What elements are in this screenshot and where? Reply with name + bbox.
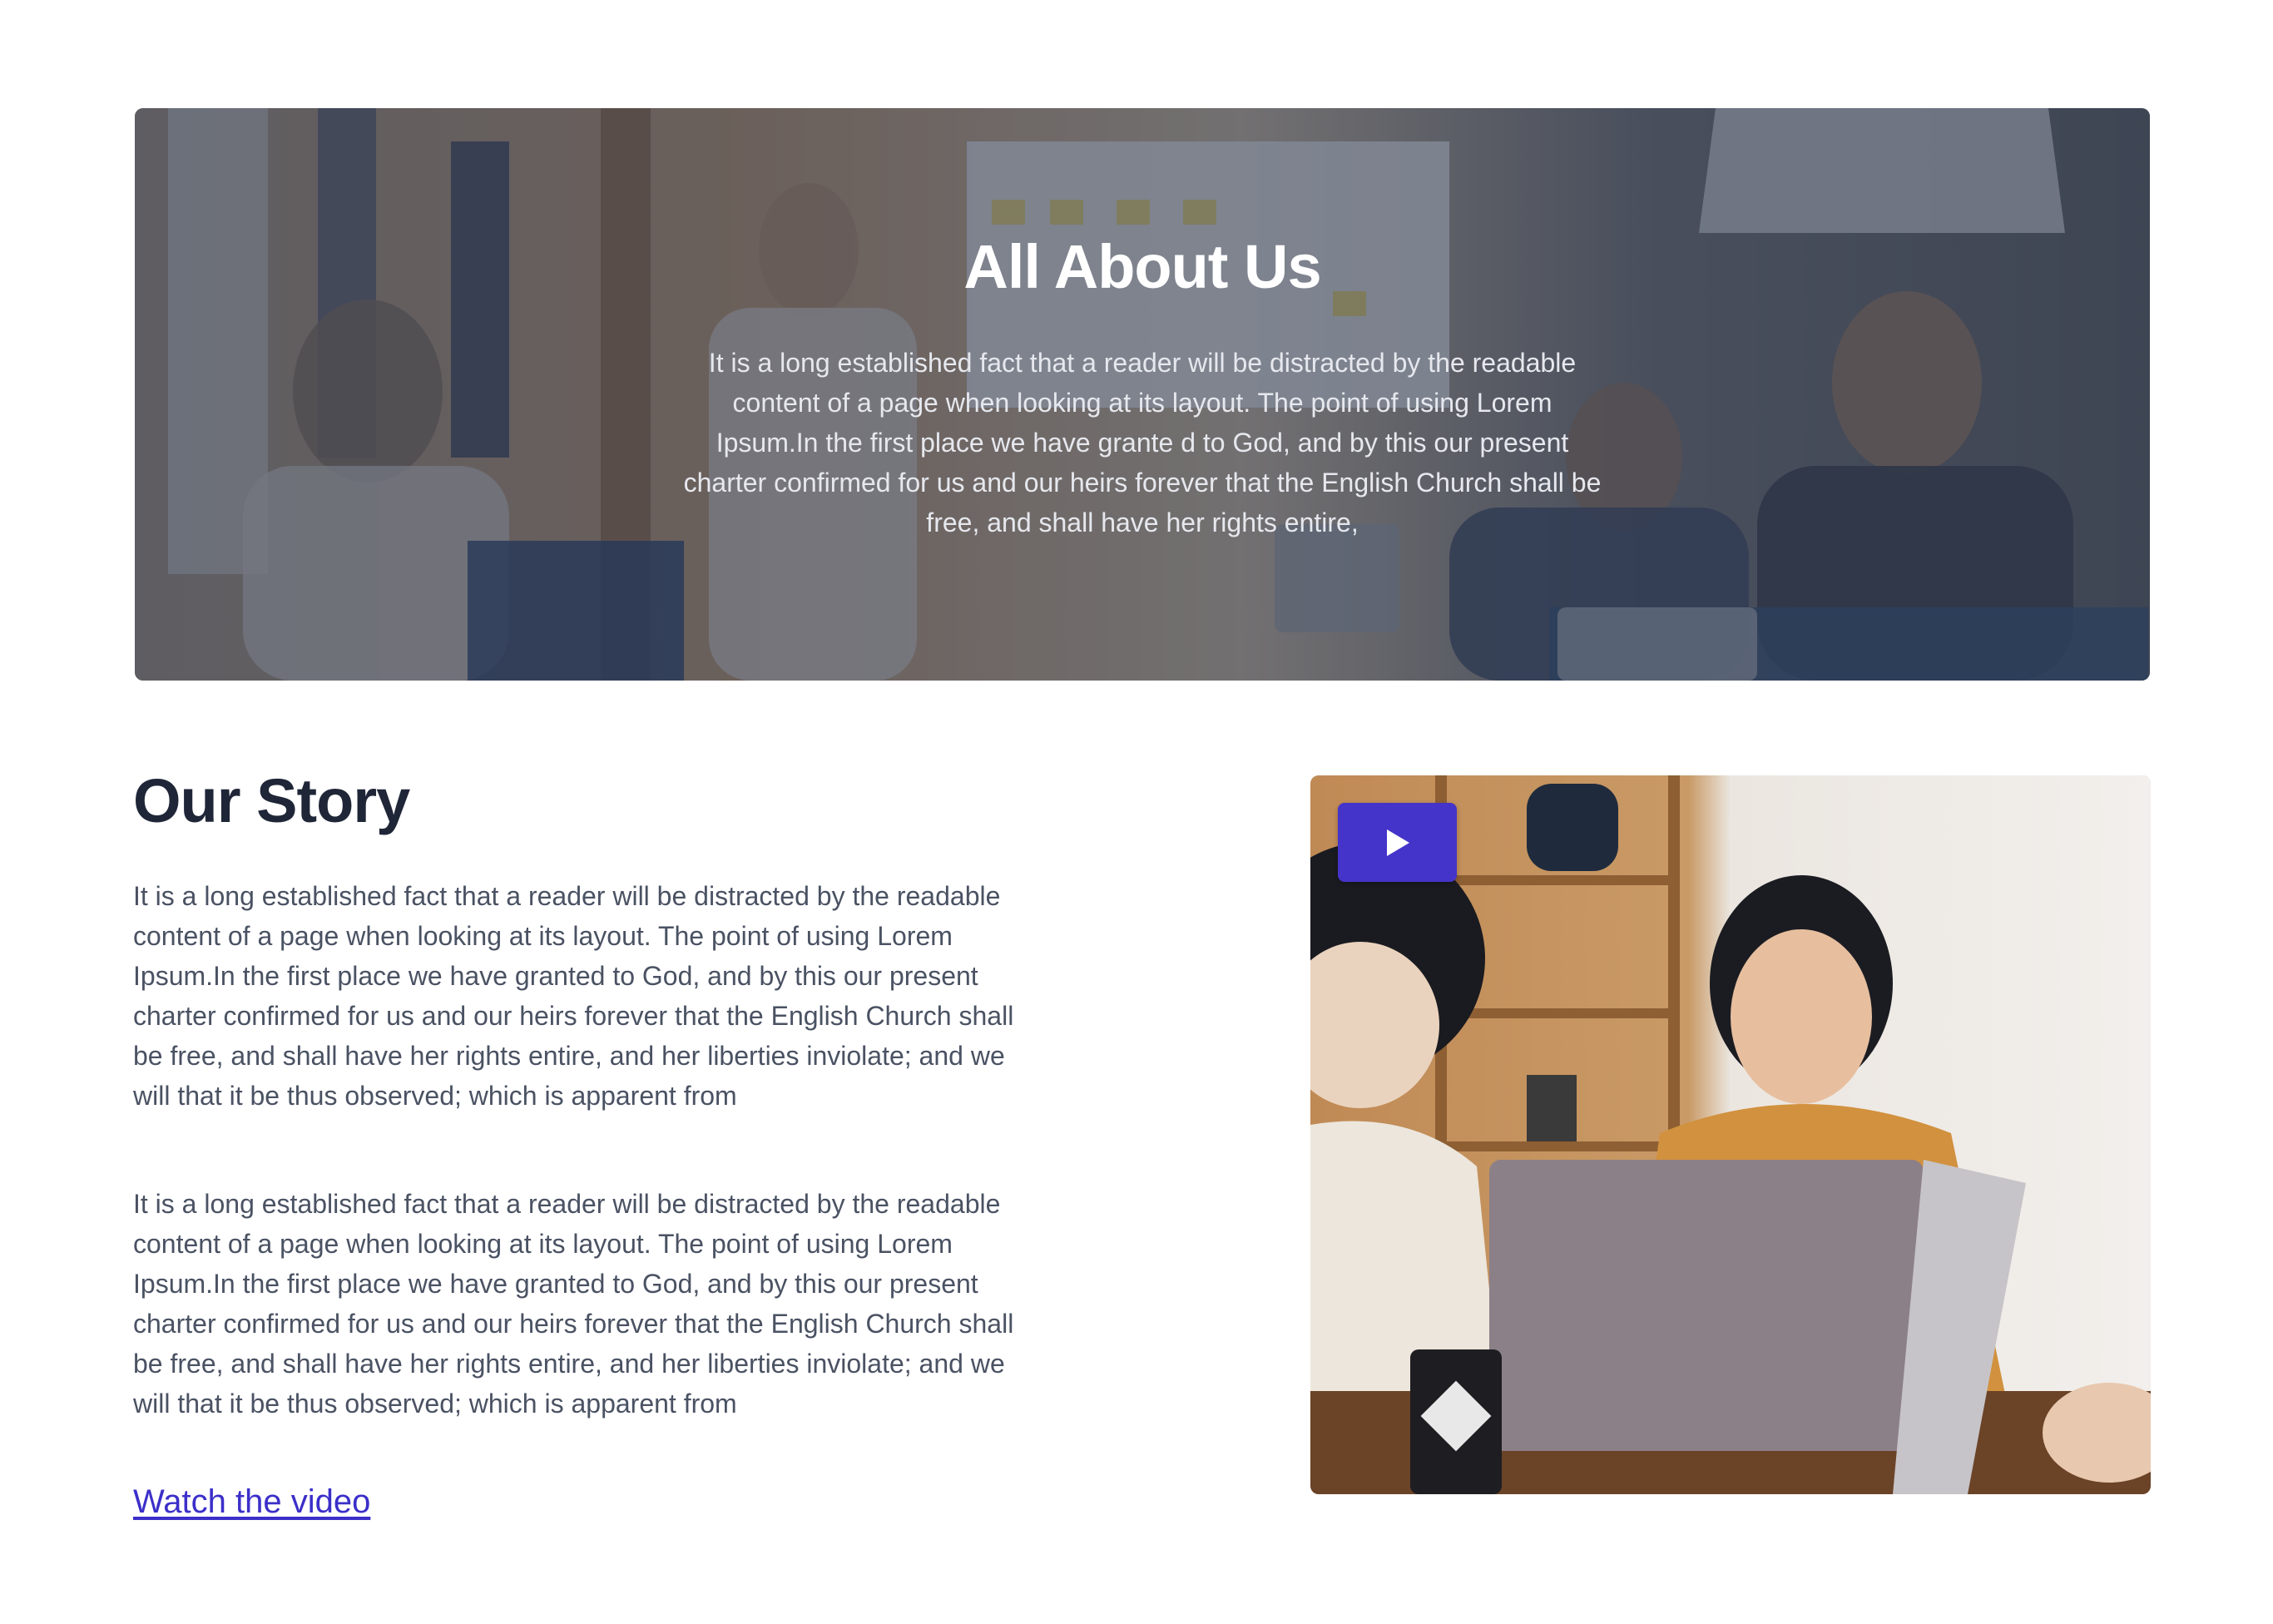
play-icon [1386, 829, 1409, 856]
hero-title: All About Us [963, 232, 1321, 301]
story-title: Our Story [133, 766, 410, 835]
video-preview-image [1310, 775, 2151, 1494]
hero-content: All About Us It is a long established fa… [135, 108, 2150, 681]
watch-video-link[interactable]: Watch the video [133, 1483, 370, 1521]
video-thumbnail[interactable] [1310, 775, 2151, 1494]
hero-banner: All About Us It is a long established fa… [135, 108, 2150, 681]
story-paragraph: It is a long established fact that a rea… [133, 1189, 1014, 1419]
hero-description: It is a long established fact that a rea… [683, 348, 1602, 537]
story-paragraph: It is a long established fact that a rea… [133, 881, 1014, 1111]
play-button[interactable] [1338, 803, 1457, 882]
